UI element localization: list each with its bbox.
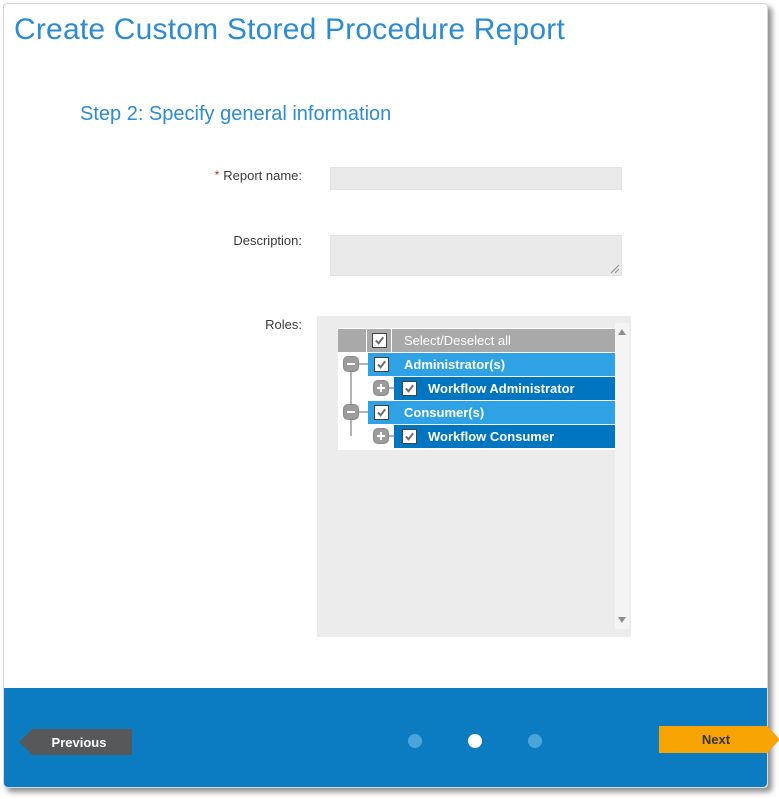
roles-tree-grid: Select/Deselect all Administrator(s) bbox=[338, 328, 616, 450]
tree-row-workflow-consumer[interactable]: Workflow Consumer bbox=[338, 425, 616, 448]
collapse-icon[interactable] bbox=[343, 404, 359, 420]
previous-button[interactable]: Previous bbox=[19, 729, 132, 755]
checkmark-icon bbox=[404, 431, 415, 442]
tree-row-bar[interactable]: Workflow Administrator bbox=[394, 377, 616, 400]
wizard-dialog: Create Custom Stored Procedure Report St… bbox=[3, 3, 768, 788]
report-name-input[interactable] bbox=[330, 167, 622, 190]
tree-connector-line bbox=[359, 363, 368, 365]
consumers-checkbox[interactable] bbox=[374, 405, 389, 420]
resize-handle-icon[interactable] bbox=[610, 264, 620, 274]
wizard-step-dot-1 bbox=[408, 734, 422, 748]
select-all-checkbox[interactable] bbox=[372, 333, 387, 348]
tree-row-administrators[interactable]: Administrator(s) bbox=[338, 353, 616, 376]
next-button[interactable]: Next bbox=[659, 726, 779, 753]
tree-row-label: Workflow Consumer bbox=[428, 429, 554, 444]
tree-row-consumers[interactable]: Consumer(s) bbox=[338, 401, 616, 424]
roles-label: Roles: bbox=[84, 317, 302, 332]
header-checkbox-cell bbox=[367, 329, 391, 352]
checkmark-icon bbox=[404, 383, 415, 394]
roles-scrollbar[interactable] bbox=[615, 323, 629, 629]
administrators-checkbox[interactable] bbox=[374, 357, 389, 372]
tree-connector-line bbox=[359, 411, 368, 413]
report-name-label: *Report name: bbox=[84, 168, 302, 183]
workflow-consumer-checkbox[interactable] bbox=[402, 429, 417, 444]
wizard-step-dot-2-active bbox=[468, 734, 482, 748]
select-all-label: Select/Deselect all bbox=[404, 333, 511, 348]
tree-row-bar[interactable]: Consumer(s) bbox=[368, 401, 616, 424]
roles-tree: Select/Deselect all Administrator(s) bbox=[317, 316, 631, 637]
wizard-footer: Previous Next bbox=[4, 688, 767, 787]
workflow-administrator-checkbox[interactable] bbox=[402, 381, 417, 396]
description-label: Description: bbox=[84, 233, 302, 248]
checkmark-icon bbox=[374, 335, 385, 346]
description-field-wrap bbox=[330, 235, 622, 276]
scroll-down-icon[interactable] bbox=[618, 617, 626, 623]
checkmark-icon bbox=[376, 407, 387, 418]
tree-row-label: Consumer(s) bbox=[404, 405, 484, 420]
step-heading: Step 2: Specify general information bbox=[80, 103, 391, 126]
expand-icon[interactable] bbox=[373, 428, 389, 444]
required-marker: * bbox=[215, 168, 220, 182]
header-label-cell: Select/Deselect all bbox=[392, 329, 616, 352]
expand-icon[interactable] bbox=[373, 380, 389, 396]
tree-row-bar[interactable]: Administrator(s) bbox=[368, 353, 616, 376]
report-name-label-text: Report name: bbox=[223, 168, 302, 183]
tree-row-bar[interactable]: Workflow Consumer bbox=[394, 425, 616, 448]
wizard-step-dot-3 bbox=[528, 734, 542, 748]
tree-row-label: Workflow Administrator bbox=[428, 381, 575, 396]
page-title: Create Custom Stored Procedure Report bbox=[14, 13, 565, 47]
collapse-icon[interactable] bbox=[343, 356, 359, 372]
select-all-row[interactable]: Select/Deselect all bbox=[338, 329, 616, 352]
description-textarea[interactable] bbox=[330, 235, 622, 276]
tree-row-workflow-administrator[interactable]: Workflow Administrator bbox=[338, 377, 616, 400]
header-expander-cell bbox=[338, 329, 366, 352]
checkmark-icon bbox=[376, 359, 387, 370]
tree-row-label: Administrator(s) bbox=[404, 357, 505, 372]
scroll-up-icon[interactable] bbox=[618, 329, 626, 335]
